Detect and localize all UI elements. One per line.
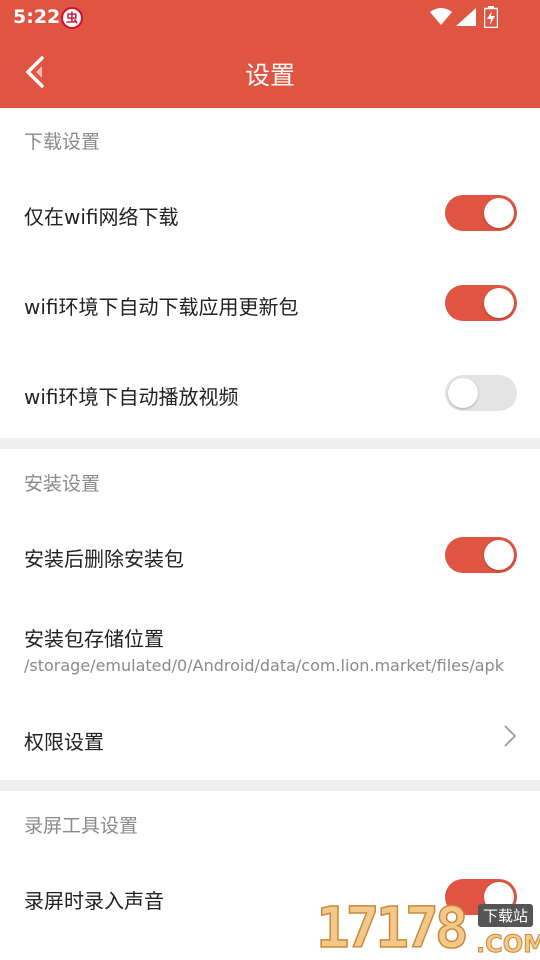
section-divider: [0, 438, 540, 449]
setting-label: wifi环境下自动播放视频: [24, 385, 239, 409]
section-header-screen-record: 录屏工具设置: [24, 815, 139, 837]
setting-label: wifi环境下自动下载应用更新包: [24, 295, 299, 319]
section-header-install: 安装设置: [24, 473, 101, 495]
setting-row-permissions[interactable]: 权限设置: [0, 696, 540, 780]
auto-download-updates-toggle[interactable]: [445, 285, 517, 321]
status-bar: 5:22 虫: [0, 0, 540, 36]
toggle-knob: [484, 288, 514, 318]
toggle-knob: [484, 198, 514, 228]
storage-path-text: /storage/emulated/0/Android/data/com.lio…: [24, 656, 504, 675]
setting-row-autoplay-video[interactable]: wifi环境下自动播放视频: [0, 348, 540, 438]
status-time: 5:22: [13, 6, 61, 28]
watermark-domain: .COM: [475, 930, 540, 959]
app-notification-icon: 虫: [61, 7, 83, 29]
wifi-icon: [430, 8, 452, 25]
app-bar: 设置: [0, 36, 540, 108]
delete-after-install-toggle[interactable]: [445, 537, 517, 573]
setting-label: 仅在wifi网络下载: [24, 205, 179, 229]
section-divider: [0, 780, 540, 791]
page-title: 设置: [244, 61, 295, 90]
section-header-download: 下载设置: [24, 131, 101, 153]
chevron-right-icon: [504, 725, 517, 747]
autoplay-video-toggle[interactable]: [445, 375, 517, 411]
setting-label: 安装包存储位置: [24, 627, 164, 651]
setting-row-delete-after-install[interactable]: 安装后删除安装包: [0, 510, 540, 600]
battery-charging-icon: [484, 6, 498, 28]
site-watermark: 17178 下载站 .COM: [315, 896, 540, 960]
setting-label: 录屏时录入声音: [24, 889, 164, 913]
toggle-knob: [484, 540, 514, 570]
wifi-only-download-toggle[interactable]: [445, 195, 517, 231]
signal-icon: [456, 8, 476, 26]
setting-label: 权限设置: [24, 730, 104, 754]
watermark-tag: 下载站: [478, 904, 534, 927]
setting-row-auto-download-updates[interactable]: wifi环境下自动下载应用更新包: [0, 258, 540, 348]
setting-label: 安装后删除安装包: [24, 547, 184, 571]
setting-row-storage-location[interactable]: 安装包存储位置 /storage/emulated/0/Android/data…: [0, 600, 540, 696]
toggle-knob: [448, 378, 478, 408]
setting-row-wifi-only-download[interactable]: 仅在wifi网络下载: [0, 168, 540, 258]
watermark-digits: 17178: [315, 896, 469, 960]
